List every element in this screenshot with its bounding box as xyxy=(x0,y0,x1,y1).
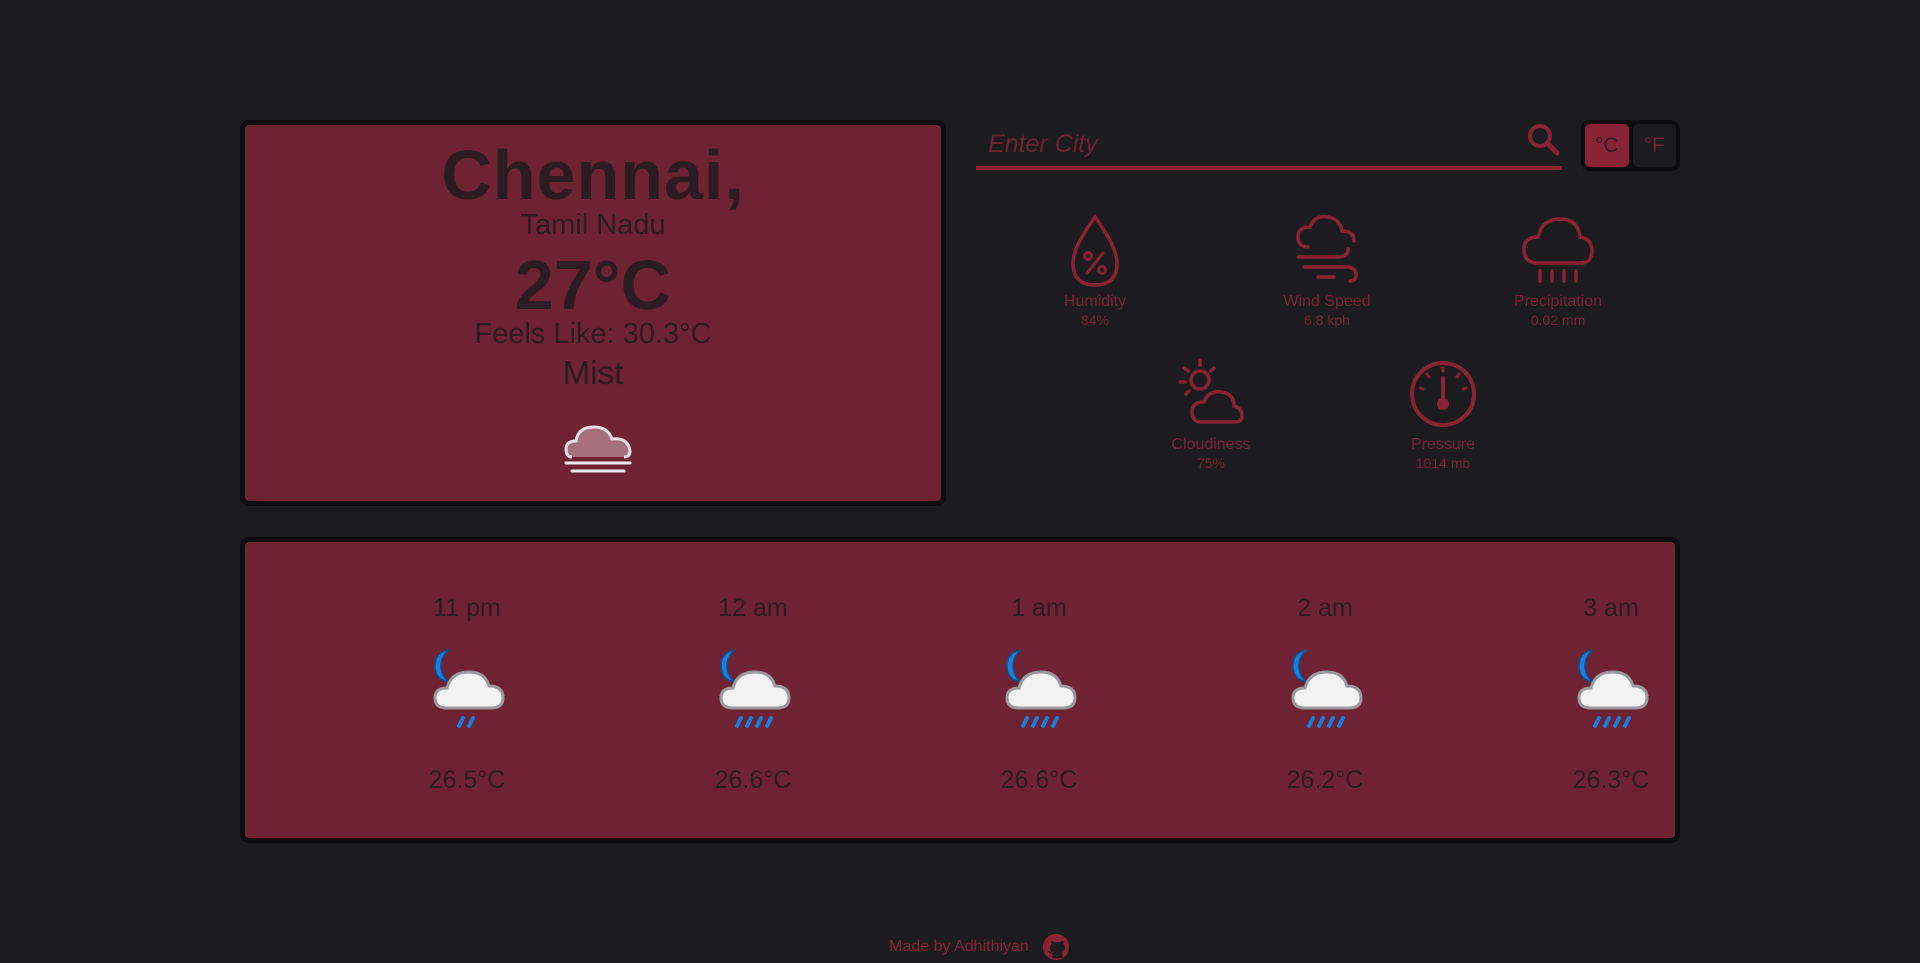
forecast-temp: 26.2°C xyxy=(1286,766,1364,794)
stat-label: Humidity xyxy=(1063,293,1127,310)
pressure-icon xyxy=(1410,361,1476,427)
github-icon[interactable] xyxy=(1041,932,1071,962)
feels-like: Feels Like: 30.3°C xyxy=(474,318,712,350)
stat-label: Precipitation xyxy=(1513,293,1603,310)
city-name: Chennai, xyxy=(441,136,745,214)
stat-humidity: Humidity 84% xyxy=(1020,213,1170,328)
stat-pressure: Pressure 1014 mb xyxy=(1368,356,1518,471)
forecast-temp: 26.6°C xyxy=(714,766,792,794)
forecast-time: 12 am xyxy=(718,594,788,622)
night-rain-icon xyxy=(433,649,505,728)
cloudiness-icon xyxy=(1178,358,1244,424)
stat-value: 75% xyxy=(1196,455,1226,471)
hourly-forecast-card: 11 pm 26.5°C 12 am 26.6°C 1 am 26.6°C 2 … xyxy=(240,537,1680,843)
weather-condition: Mist xyxy=(562,354,624,391)
region-name: Tamil Nadu xyxy=(520,209,666,241)
humidity-icon xyxy=(1071,214,1119,287)
search-icon[interactable] xyxy=(1524,120,1564,160)
stat-value: 84% xyxy=(1080,312,1110,328)
forecast-time: 11 pm xyxy=(433,594,501,622)
precipitation-icon xyxy=(1522,217,1594,283)
stat-precipitation: Precipitation 0.02 mm xyxy=(1483,213,1633,328)
footer: Made by Adhithiyan xyxy=(0,932,1920,962)
unit-toggle: °C °F xyxy=(1581,120,1680,171)
stat-value: 6.8 kph xyxy=(1304,312,1350,328)
stat-label: Pressure xyxy=(1410,436,1476,453)
forecast-time: 3 am xyxy=(1583,594,1639,622)
stat-cloudiness: Cloudiness 75% xyxy=(1136,356,1286,471)
fahrenheit-button[interactable]: °F xyxy=(1632,124,1676,167)
stat-label: Cloudiness xyxy=(1171,436,1251,453)
search-bar xyxy=(976,120,1562,170)
forecast-time: 1 am xyxy=(1011,594,1067,622)
footer-credit: Made by Adhithiyan xyxy=(889,938,1029,955)
stat-value: 0.02 mm xyxy=(1530,312,1586,328)
mist-cloud-icon xyxy=(564,425,632,473)
current-weather-card: Chennai, Tamil Nadu 27°C Feels Like: 30.… xyxy=(240,120,946,506)
current-temperature: 27°C xyxy=(514,246,672,324)
night-rain-icon xyxy=(1577,649,1649,728)
stat-value: 1014 mb xyxy=(1415,455,1471,471)
night-rain-icon xyxy=(719,649,791,728)
night-rain-icon xyxy=(1291,649,1363,728)
stat-label: Wind Speed xyxy=(1283,293,1371,310)
night-rain-icon xyxy=(1005,649,1077,728)
forecast-time: 2 am xyxy=(1297,594,1353,622)
celsius-button[interactable]: °C xyxy=(1585,124,1629,167)
wind-icon xyxy=(1296,214,1358,283)
stat-wind-speed: Wind Speed 6.8 kph xyxy=(1252,213,1402,328)
forecast-temp: 26.3°C xyxy=(1572,766,1650,794)
forecast-temp: 26.5°C xyxy=(428,766,506,794)
city-search-input[interactable] xyxy=(988,126,1488,162)
forecast-temp: 26.6°C xyxy=(1000,766,1078,794)
